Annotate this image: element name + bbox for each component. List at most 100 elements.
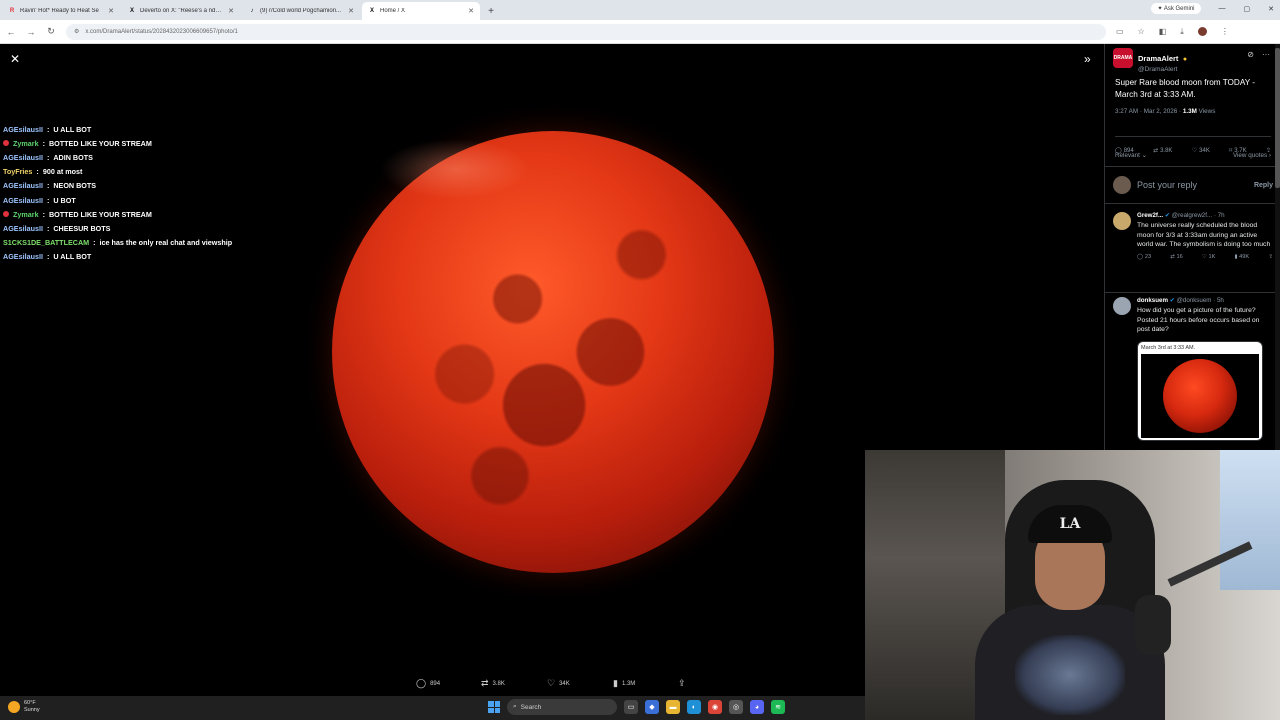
reply-button[interactable]: ◯ 23	[1137, 254, 1151, 260]
forward-icon[interactable]: →	[26, 27, 36, 37]
new-tab-button[interactable]: +	[484, 4, 498, 18]
chat-message: S1CKS1DE_BATTLECAM : ice has the only re…	[3, 236, 423, 250]
chat-text: ADIN BOTS	[53, 152, 93, 162]
chat-username[interactable]: AGEsilausII	[3, 196, 43, 205]
webcam-overlay: LA	[865, 450, 1280, 720]
author-name[interactable]: DramaAlert	[1138, 54, 1178, 63]
grok-icon[interactable]: ⊘	[1247, 50, 1254, 59]
close-icon[interactable]: ✕	[228, 7, 234, 15]
profile-avatar[interactable]	[1197, 27, 1207, 36]
reply-avatar[interactable]	[1113, 212, 1131, 230]
repost-button[interactable]: ⇄ 16	[1170, 254, 1182, 260]
quoted-media-card[interactable]: March 3rd at 3:33 AM.	[1137, 340, 1263, 441]
post-author[interactable]: DRAMA DramaAlert ● @DramaAlert	[1113, 48, 1187, 73]
views-button[interactable]: ▮ 49K	[1235, 254, 1250, 260]
reply-author[interactable]: Grew2f...	[1137, 212, 1163, 219]
back-icon[interactable]: ←	[6, 27, 16, 37]
chat-username[interactable]: AGEsilausII	[3, 181, 43, 190]
window-controls: ✦ Ask Gemini — ▢ ✕	[1151, 3, 1274, 14]
app-icon[interactable]: ◎	[729, 700, 743, 714]
viewer-likes[interactable]: ♡ 34K	[547, 678, 570, 689]
reply-item[interactable]: donksuem ✔ @donksuem · 5h How did you ge…	[1105, 292, 1280, 441]
tab-3[interactable]: X Home / X ✕	[362, 2, 480, 20]
sort-dropdown[interactable]: Relevant ⌄	[1115, 152, 1147, 159]
downloads-icon[interactable]: ⤓	[1180, 27, 1184, 37]
tab-title: Deverto on X: "Reese's a ndcou	[140, 8, 225, 14]
reply-item[interactable]: Grew2f... ✔ @realgrew2f... · 7h The univ…	[1105, 212, 1280, 260]
viewer-views[interactable]: ▮ 1.3M	[613, 678, 635, 689]
viewer-reposts[interactable]: ⇄ 3.8K	[481, 678, 505, 689]
chat-username[interactable]: AGEsilausII	[3, 252, 43, 261]
reply-age: 7h	[1217, 212, 1225, 219]
author-avatar[interactable]: DRAMA	[1113, 48, 1133, 68]
toolbar-icons: ▭ ☆ ◧ ⤓ ⋮	[1116, 27, 1229, 37]
chat-separator: :	[91, 238, 98, 248]
view-quotes-link[interactable]: View quotes ›	[1233, 152, 1271, 159]
discord-icon[interactable]: ◕	[750, 700, 764, 714]
file-explorer-icon[interactable]: ▬	[666, 700, 680, 714]
chat-username[interactable]: AGEsilausII	[3, 224, 43, 233]
cast-icon[interactable]: ▭	[1116, 27, 1124, 36]
ask-gemini-button[interactable]: ✦ Ask Gemini	[1151, 3, 1201, 14]
chevron-down-icon: ⌄	[1141, 152, 1147, 159]
bookmark-star-icon[interactable]: ☆	[1138, 27, 1145, 36]
menu-icon[interactable]: ⋮	[1221, 27, 1229, 36]
copilot-icon[interactable]: ◆	[645, 700, 659, 714]
close-icon[interactable]: ✕	[348, 7, 354, 15]
chat-text: U ALL BOT	[53, 252, 92, 262]
chat-message: Zymark : BOTTED LIKE YOUR STREAM	[3, 207, 423, 221]
reply-avatar[interactable]	[1113, 297, 1131, 315]
window-close-icon[interactable]: ✕	[1268, 5, 1274, 13]
chat-username[interactable]: AGEsilausII	[3, 125, 43, 134]
chat-username[interactable]: Zymark	[13, 210, 39, 219]
address-bar[interactable]: ⚙ x.com/DramaAlert/status/20284320230066…	[66, 23, 1106, 40]
reload-icon[interactable]: ↻	[46, 26, 56, 37]
reply-submit-button[interactable]: Reply	[1254, 182, 1273, 189]
chrome-icon[interactable]: ◉	[708, 700, 722, 714]
like-button[interactable]: ♡ 1K	[1202, 254, 1215, 260]
minimize-icon[interactable]: —	[1219, 5, 1226, 12]
reply-author[interactable]: donksuem	[1137, 297, 1168, 304]
expand-panel-icon[interactable]: »	[1084, 52, 1091, 66]
tab-1[interactable]: X Deverto on X: "Reese's a ndcou ✕	[122, 2, 240, 20]
tab-title: Home / X	[380, 8, 406, 14]
sun-icon	[8, 701, 20, 713]
post-timestamp[interactable]: 3:27 AM · Mar 2, 2026 ·	[1115, 108, 1183, 115]
search-icon: ⌕	[513, 703, 517, 710]
taskbar-apps: ⌕ Search ▭ ◆ ▬ ◐ ◉ ◎ ◕ ≋	[488, 699, 785, 715]
user-avatar	[1113, 176, 1131, 194]
tab-0[interactable]: R Ravin' Hot* Ready to Heat Se ✕	[2, 2, 120, 20]
extensions-icon[interactable]: ◧	[1159, 27, 1167, 36]
weather-condition: Sunny	[24, 707, 40, 713]
close-icon[interactable]: ✕	[468, 7, 474, 15]
more-icon[interactable]: ···	[1262, 50, 1270, 59]
site-info-icon[interactable]: ⚙	[74, 28, 79, 35]
chat-message: AGEsilausII : ADIN BOTS	[3, 150, 423, 164]
taskbar-search[interactable]: ⌕ Search	[507, 699, 617, 715]
chat-username[interactable]: Zymark	[13, 139, 39, 148]
chat-separator: :	[44, 181, 52, 191]
post-meta: 3:27 AM · Mar 2, 2026 · 1.3M Views	[1115, 108, 1215, 115]
chat-username[interactable]: AGEsilausII	[3, 153, 43, 162]
panel-scrollbar[interactable]	[1275, 44, 1280, 450]
maximize-icon[interactable]: ▢	[1244, 5, 1251, 13]
windows-start-icon[interactable]	[488, 701, 500, 713]
edge-icon[interactable]: ◐	[687, 700, 701, 714]
task-view-icon[interactable]: ▭	[624, 700, 638, 714]
reply-input[interactable]: Post your reply	[1137, 180, 1248, 190]
share-icon[interactable]: ⇪	[1268, 254, 1273, 260]
viewer-replies[interactable]: ◯ 894	[416, 678, 440, 689]
reply-header: donksuem ✔ @donksuem · 5h	[1137, 297, 1224, 304]
tab-2[interactable]: ♪ (9) r/Cold world Pogchamion... ✕	[242, 2, 360, 20]
close-icon[interactable]: ✕	[108, 7, 114, 15]
author-handle[interactable]: @DramaAlert	[1138, 66, 1187, 73]
chat-separator: :	[40, 138, 47, 148]
share-icon[interactable]: ⇪	[678, 678, 686, 689]
chat-username[interactable]: ToyFries	[3, 167, 32, 176]
shirt-graphic	[1015, 635, 1125, 715]
spotify-icon[interactable]: ≋	[771, 700, 785, 714]
weather-widget[interactable]: 60°F Sunny	[8, 700, 40, 714]
scrollbar-thumb[interactable]	[1275, 48, 1280, 188]
chat-username[interactable]: S1CKS1DE_BATTLECAM	[3, 238, 89, 247]
close-icon[interactable]: ✕	[10, 52, 20, 66]
